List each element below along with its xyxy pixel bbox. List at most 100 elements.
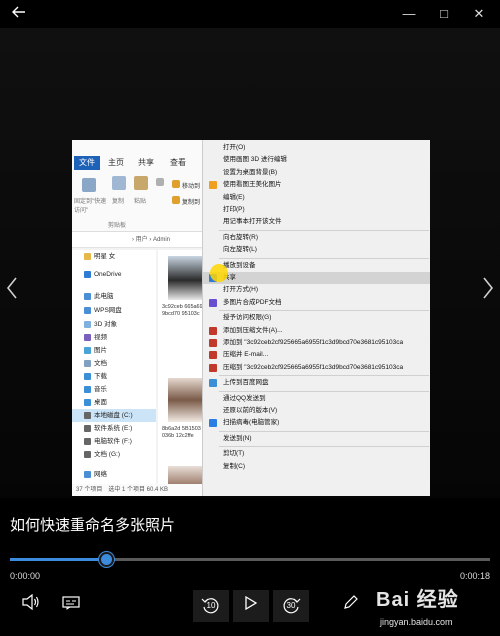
seek-bar[interactable] [10,552,490,567]
ribbon-group-clipboard: 剪贴板 [108,223,127,229]
forward-30-button[interactable]: 30 [273,590,309,622]
rewind-label: 10 [206,601,216,610]
context-menu-item: 添加到压缩文件(A)... [203,325,430,337]
tree-item: 视频 [72,331,156,344]
context-menu-item: 播放到设备 [203,260,430,272]
context-menu-label: 打开方式(H) [223,286,259,294]
watermark-logo: Bai 经验 [376,589,459,611]
tree-item: 此电脑 [72,290,156,303]
context-menu-item: 发送到(N) [203,433,430,445]
context-menu-label: 复制(C) [223,462,246,470]
context-menu-label: 向右旋转(R) [223,233,259,241]
copy-icon [112,176,126,190]
cut-icon [156,178,164,186]
tree-item: 图片 [72,344,156,357]
ribbon-label-copy: 复制 [112,199,125,205]
context-menu-label: 授予访问权限(G) [223,314,272,322]
tree-item-label: 文档 (G:) [94,451,120,458]
context-menu-item: 扫描病毒(电脑管家) [203,417,430,429]
context-menu-label: 多图片合成PDF文档 [223,298,282,306]
context-menu-label: 压缩并 E-mail... [223,351,269,359]
address-bar: › 用户 › Admin [72,232,212,248]
tree-item-label: 桌面 [94,399,107,406]
video-frame-screenshot: 文件 主页 共享 查看 固定到"快速访问" 复制 粘贴 移动到 复制到 剪贴板 … [72,140,430,496]
tree-item-label: 软件系统 (E:) [94,425,133,432]
minimize-button[interactable]: — [398,4,420,24]
copy-to-icon [172,196,180,204]
context-menu: 打开(O) 使用画图 3D 进行编辑 设置为桌面背景(B) 使用看图王美化图片编辑(E… [202,140,430,496]
next-arrow-icon[interactable] [478,275,498,309]
context-menu-item: 打开(O) [203,142,430,154]
folder-icon [84,425,91,432]
seek-thumb[interactable] [99,552,114,567]
tree-item-label: 电脑软件 (F:) [94,438,132,445]
context-menu-item: 设置为桌面背景(B) [203,167,430,179]
context-menu-label: 设置为桌面背景(B) [223,168,278,176]
folder-icon [84,451,91,458]
context-menu-item: 共享 [203,272,430,284]
tree-item-label: OneDrive [94,271,122,278]
ribbon-label-pin: 固定到"快速访问" [74,199,107,214]
ribbon-label-move: 移动到 [182,184,201,190]
tree-item-label: 图片 [94,347,107,354]
tree-item: 本地磁盘 (C:) [72,409,156,422]
folder-icon [84,321,91,328]
back-arrow-icon[interactable] [8,4,30,24]
folder-icon [84,307,91,314]
tree-item: WPS网盘 [72,304,156,317]
context-menu-label: 添加到压缩文件(A)... [223,326,283,334]
tree-item-label: 文档 [94,360,107,367]
subtitles-icon[interactable] [56,590,86,622]
context-menu-item: 打开方式(H) [203,284,430,296]
close-button[interactable]: ✕ [468,4,490,24]
tab-home: 主页 [108,158,124,167]
folder-icon [84,293,91,300]
menu-separator [219,310,429,312]
ribbon-tabs: 文件 主页 共享 查看 [72,156,212,170]
volume-icon[interactable] [16,590,46,622]
tree-item: 3D 对象 [72,318,156,331]
photo-thumbnail [168,378,202,422]
navigation-tree: 明星 女 OneDrive 此电脑 WPS网盘 3D 对象 视频 图片 文档 下载 音乐 桌面 本地磁… [72,250,156,484]
pin-icon [82,178,96,192]
tree-item-label: 明星 女 [94,253,116,260]
title-bar: — □ ✕ [0,0,500,28]
context-menu-label: 上传到百度网盘 [223,379,269,387]
pdf-icon [209,298,217,307]
context-menu-label: 添加到 "3c92ceb2cf925665a6955f1c3d9bcd70e36… [223,339,404,346]
folder-icon [84,253,91,260]
context-menu-label: 用记事本打开该文件 [223,218,282,226]
context-menu-label: 编辑(E) [223,193,245,201]
tree-item: 明星 女 [72,250,156,263]
tree-item: OneDrive [72,268,156,281]
ribbon-label-copyto: 复制到 [182,200,201,206]
tree-item: 文档 (G:) [72,448,156,461]
context-menu-label: 扫描病毒(电脑管家) [223,419,280,427]
maximize-button[interactable]: □ [433,4,455,24]
current-time: 0:00:00 [10,571,41,581]
context-menu-item: 使用看图王美化图片 [203,179,430,191]
tree-item-label: WPS网盘 [94,307,122,314]
context-menu-item: 向右旋转(R) [203,232,430,244]
menu-separator [219,446,429,448]
rewind-10-button[interactable]: 10 [193,590,229,622]
previous-arrow-icon[interactable] [2,275,22,309]
tab-share: 共享 [138,158,154,167]
tree-item: 桌面 [72,396,156,409]
folder-icon [84,271,91,278]
tab-file: 文件 [74,156,100,170]
archive-icon [209,351,217,360]
tree-item: 下载 [72,370,156,383]
context-menu-label: 向左旋转(L) [223,246,257,254]
menu-separator [219,390,429,392]
context-menu-item: 上传到百度网盘 [203,377,430,389]
context-menu-label: 打印(P) [223,206,245,213]
image-icon [209,181,217,190]
folder-icon [84,360,91,367]
context-menu-item: 剪切(T) [203,448,430,460]
archive-icon [209,326,217,335]
menu-separator [219,229,429,231]
context-menu-label: 使用画图 3D 进行编辑 [223,156,287,164]
pen-icon[interactable] [336,590,366,622]
play-icon[interactable] [233,590,269,622]
